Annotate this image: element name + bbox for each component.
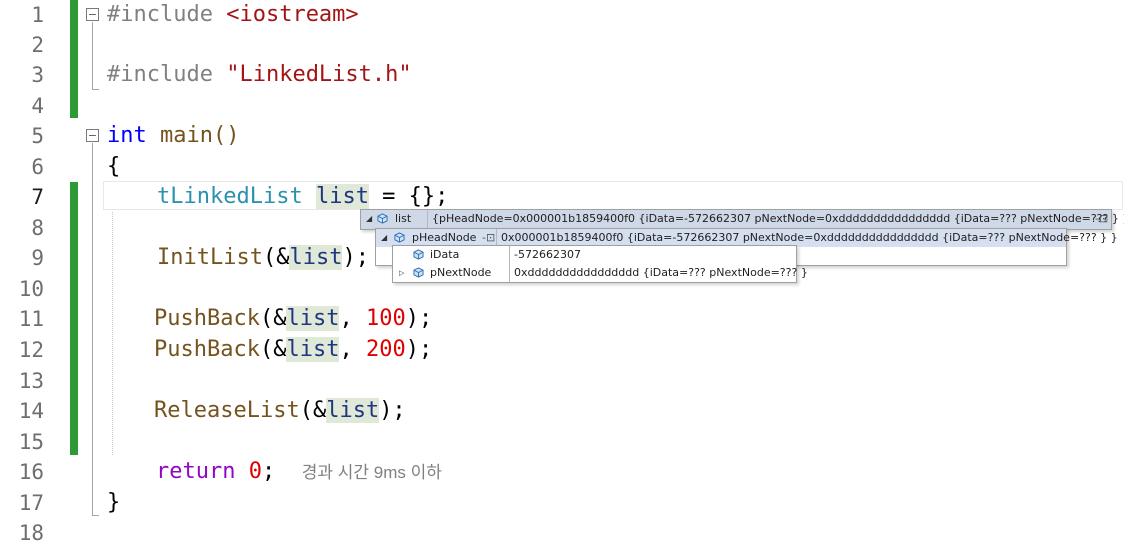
code-line-3[interactable]: #include "LinkedList.h" <box>107 60 412 90</box>
line-number: 13 <box>18 369 44 393</box>
datatip-value[interactable]: 0xdddddddddddddddd {iData=??? pNextNode=… <box>509 264 808 282</box>
variable-list[interactable]: list <box>286 306 340 331</box>
code-text: ); <box>379 398 406 423</box>
code-text: ); <box>405 337 433 362</box>
number-literal: 100 <box>365 306 406 331</box>
collapse-triangle-icon[interactable]: ◢ <box>366 210 372 228</box>
variable-list[interactable]: list <box>286 337 340 362</box>
include-header: "LinkedList.h" <box>226 62 412 87</box>
outline-guide-end <box>92 89 99 90</box>
outline-guide <box>92 22 93 90</box>
outline-guide-end <box>92 515 99 516</box>
line-number: 3 <box>31 63 44 87</box>
datatip-name: pNextNode <box>430 266 492 279</box>
expand-triangle-icon[interactable]: ▷ <box>399 264 404 282</box>
code-line-1[interactable]: #include <iostream> <box>107 0 359 30</box>
line-number: 14 <box>18 399 44 423</box>
field-cube-icon <box>394 232 405 243</box>
code-text: ); <box>342 245 369 270</box>
code-line-5[interactable]: int main() <box>107 121 239 151</box>
code-line-17[interactable]: } <box>107 488 120 518</box>
indent-guide <box>112 212 113 455</box>
code-line-16[interactable]: return 0; 경과 시간 9ms 이하 <box>156 457 442 488</box>
datatip-root[interactable]: ◢ list {pHeadNode=0x000001b1859400f0 {iD… <box>360 209 1124 230</box>
code-text: (& <box>259 306 287 331</box>
line-number: 16 <box>18 460 44 484</box>
code-line-11[interactable]: PushBack(&list, 100); <box>154 304 432 334</box>
datatip-name: iData <box>430 248 460 261</box>
outline-guide <box>92 143 93 516</box>
variable-list[interactable]: list <box>315 184 369 209</box>
brace: } <box>107 490 121 515</box>
line-number: 8 <box>31 216 44 240</box>
code-editor[interactable]: 1 2 3 4 5 6 7 8 9 10 11 12 13 14 15 16 1… <box>0 0 1124 555</box>
variable-list[interactable]: list <box>289 245 343 270</box>
line-number: 11 <box>18 307 44 331</box>
code-line-12[interactable]: PushBack(&list, 200); <box>154 335 432 365</box>
collapse-box-icon[interactable]: − <box>86 8 99 21</box>
include-header: <iostream> <box>226 2 359 27</box>
datatip-value[interactable]: -572662307 <box>509 246 581 264</box>
number-literal: 200 <box>365 337 406 362</box>
code-line-6[interactable]: { <box>107 152 120 182</box>
line-number: 6 <box>31 155 44 179</box>
perf-tip-elapsed-time[interactable]: 경과 시간 9ms 이하 <box>302 463 442 482</box>
code-text: (& <box>259 337 287 362</box>
preprocessor-directive: #include <box>107 2 213 27</box>
datatip-children[interactable]: iData -572662307 ▷ pNextNode 0xddddddddd… <box>392 245 808 283</box>
code-text: ; <box>261 459 276 484</box>
line-number: 15 <box>18 430 44 454</box>
field-cube-icon <box>413 249 424 260</box>
code-line-7[interactable]: tLinkedList list = {}; <box>157 182 448 212</box>
line-number: 1 <box>31 3 44 27</box>
collapse-triangle-icon[interactable]: ◢ <box>381 229 387 247</box>
line-number: 9 <box>31 246 44 270</box>
type-name: tLinkedList <box>157 184 303 209</box>
datatip-row-list[interactable]: ◢ list {pHeadNode=0x000001b1859400f0 {iD… <box>361 210 1124 229</box>
code-text: , <box>339 306 366 331</box>
datatip-row-pnextnode[interactable]: ▷ pNextNode 0xdddddddddddddddd {iData=??… <box>393 264 808 282</box>
function-call: ReleaseList <box>154 398 300 423</box>
code-line-14[interactable]: ReleaseList(&list); <box>154 396 406 426</box>
pin-icon[interactable]: -⊡ <box>1095 210 1108 228</box>
brace: { <box>107 154 121 179</box>
field-cube-icon <box>377 213 388 224</box>
function-call: InitList <box>157 245 263 270</box>
function-call: PushBack <box>154 337 260 362</box>
datatip-value[interactable]: {pHeadNode=0x000001b1859400f0 {iData=-57… <box>427 210 1124 228</box>
line-number: 4 <box>31 94 44 118</box>
function-call: PushBack <box>154 306 260 331</box>
code-text: (& <box>262 245 290 270</box>
code-text: , <box>339 337 366 362</box>
code-text: ); <box>405 306 433 331</box>
line-number: 17 <box>18 491 44 515</box>
line-number: 5 <box>31 124 44 148</box>
function-name: main() <box>146 123 240 148</box>
variable-list[interactable]: list <box>326 398 380 423</box>
change-indicator-bar <box>70 182 78 455</box>
return-keyword: return <box>156 459 236 484</box>
preprocessor-directive: #include <box>107 62 213 87</box>
change-indicator-bar <box>70 0 78 118</box>
code-text: = {}; <box>368 184 449 209</box>
keyword: int <box>107 123 147 148</box>
line-number: 10 <box>18 277 44 301</box>
line-number: 2 <box>31 33 44 57</box>
line-number-current: 7 <box>31 185 44 209</box>
code-text: (& <box>299 398 327 423</box>
line-number: 12 <box>18 338 44 362</box>
datatip-row-idata[interactable]: iData -572662307 <box>393 246 796 264</box>
field-cube-icon <box>413 267 424 278</box>
datatip-name: list <box>395 212 412 225</box>
line-number: 18 <box>18 521 44 545</box>
number-literal: 0 <box>248 459 262 484</box>
collapse-box-icon[interactable]: − <box>86 129 99 142</box>
code-line-9[interactable]: InitList(&list); <box>157 243 369 273</box>
